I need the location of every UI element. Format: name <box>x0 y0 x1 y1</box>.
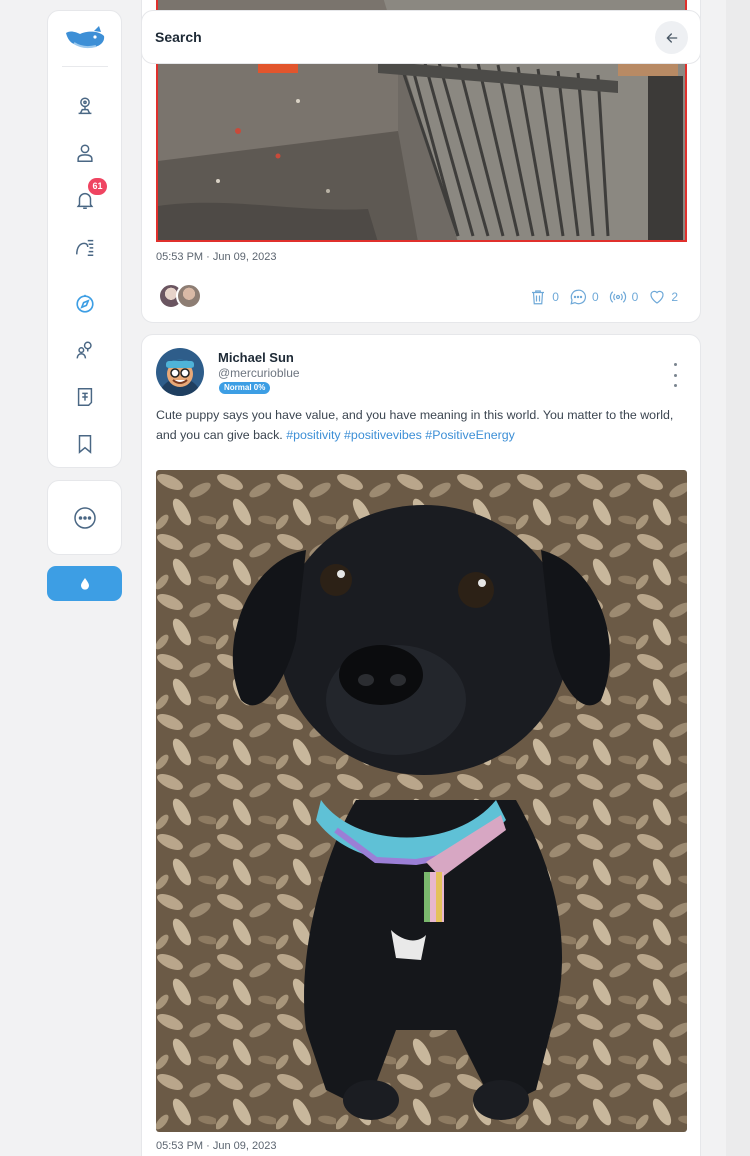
more-horizontal-icon <box>73 506 96 529</box>
user-icon <box>77 144 93 162</box>
kebab-dot <box>673 373 677 377</box>
sidebar-item-notes[interactable] <box>72 384 98 410</box>
page-title: Search <box>155 29 202 45</box>
author-name[interactable]: Michael Sun <box>218 350 294 365</box>
post-timestamp: 05:53 PM · Jun 09, 2023 <box>156 1140 277 1152</box>
feed-icon <box>76 239 94 256</box>
broadcast-button[interactable]: 0 <box>609 288 639 306</box>
trash-icon <box>532 290 545 305</box>
comment-icon <box>570 289 586 305</box>
sidebar-item-location[interactable] <box>72 93 98 119</box>
sidebar-item-explore[interactable] <box>72 291 98 317</box>
sidebar-divider <box>62 66 108 67</box>
like-button[interactable]: 2 <box>648 288 678 306</box>
author-avatar[interactable] <box>156 348 204 396</box>
bookmark-icon <box>78 435 92 454</box>
comment-button[interactable]: 0 <box>569 288 599 306</box>
sidebar <box>47 10 122 468</box>
kebab-dot <box>673 384 677 387</box>
compass-icon <box>76 294 94 313</box>
post-actions: 0 0 0 2 <box>529 288 678 306</box>
kebab-dot <box>673 363 677 366</box>
post-text: Cute puppy says you have value, and you … <box>156 405 686 445</box>
sidebar-item-feed[interactable] <box>72 234 98 260</box>
drop-button[interactable] <box>47 566 122 601</box>
post-card: Michael Sun @mercurioblue Normal 0% Cute… <box>141 334 701 1156</box>
back-button[interactable] <box>655 21 688 54</box>
comment-count: 0 <box>591 290 599 304</box>
document-icon <box>77 388 93 406</box>
sidebar-item-bookmarks[interactable] <box>72 431 98 457</box>
post-image[interactable] <box>156 470 687 1132</box>
pin-icon <box>78 97 92 115</box>
heart-icon <box>650 290 664 304</box>
reactor-avatars[interactable] <box>158 283 202 309</box>
scrollbar-track[interactable] <box>726 0 750 1156</box>
delete-button[interactable]: 0 <box>529 288 559 306</box>
post-menu-button[interactable] <box>668 363 682 387</box>
arrow-left-icon <box>665 32 677 43</box>
author-handle[interactable]: @mercurioblue <box>218 366 300 380</box>
broadcast-icon <box>609 291 626 303</box>
avatar <box>176 283 202 309</box>
like-count: 2 <box>671 290 678 304</box>
people-icon <box>76 341 92 359</box>
more-options-button[interactable] <box>47 480 122 555</box>
search-header: Search <box>141 10 701 64</box>
sidebar-item-people[interactable] <box>72 338 98 364</box>
notification-badge: 61 <box>88 178 107 195</box>
post-timestamp: 05:53 PM · Jun 09, 2023 <box>156 251 277 263</box>
whale-logo[interactable] <box>64 25 106 53</box>
hashtags-link[interactable]: #positivity #positivevibes #PositiveEner… <box>286 428 515 442</box>
water-drop-icon <box>80 577 89 590</box>
sidebar-item-profile[interactable] <box>72 140 98 166</box>
rank-badge: Normal 0% <box>219 382 271 394</box>
broadcast-count: 0 <box>631 290 639 304</box>
delete-count: 0 <box>552 290 559 304</box>
